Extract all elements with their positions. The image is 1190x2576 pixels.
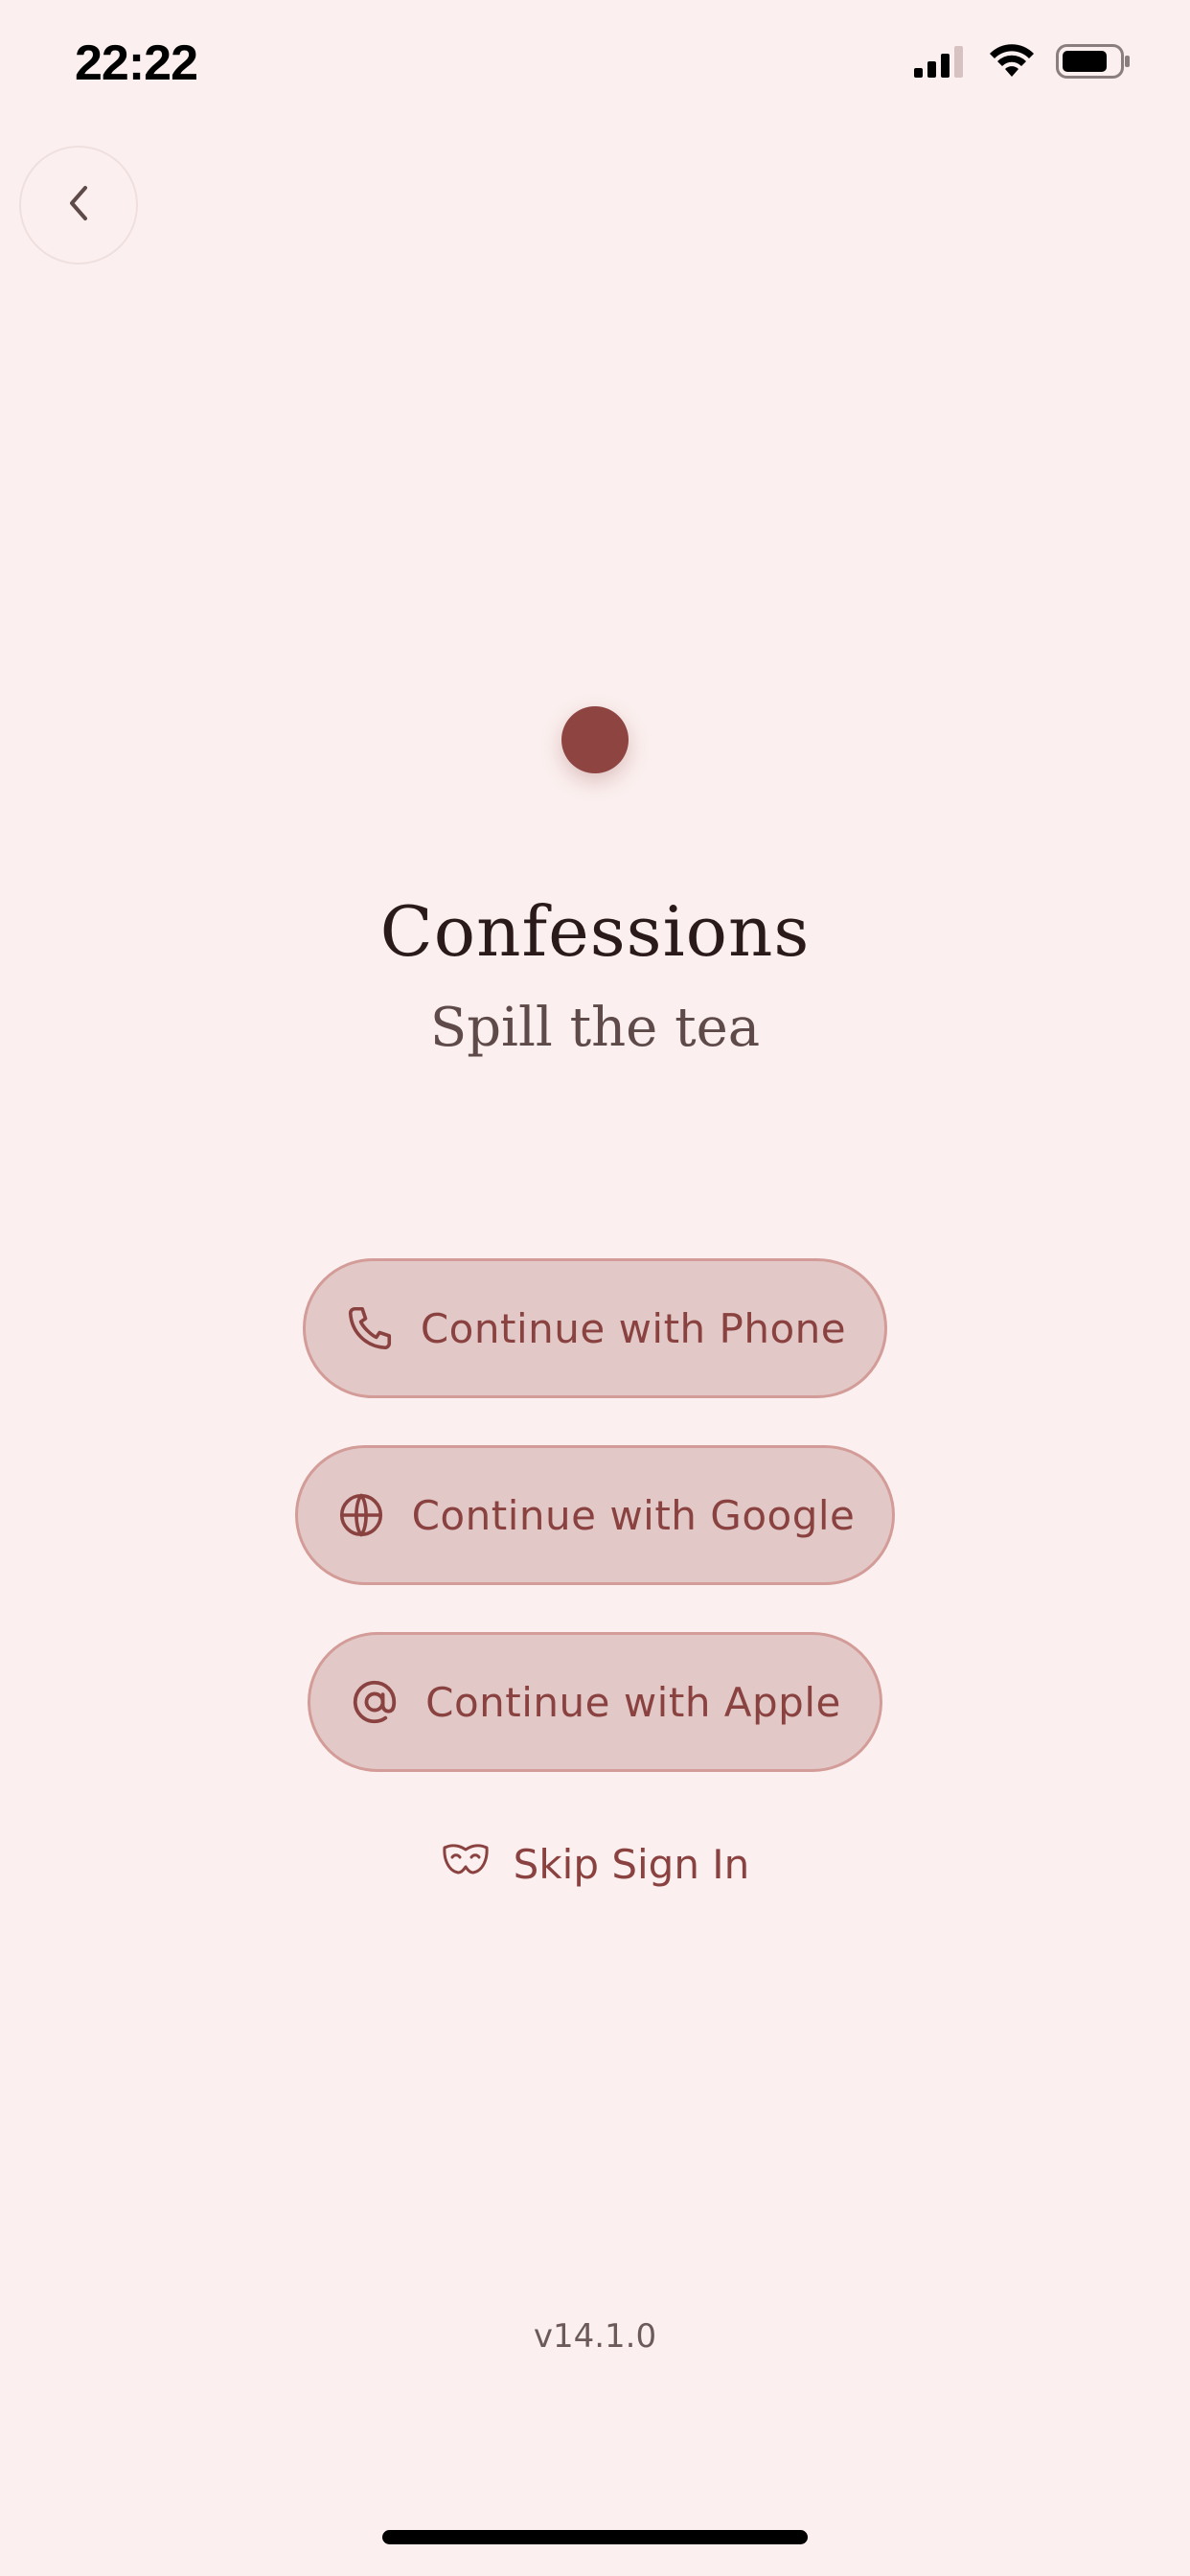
continue-with-google-label: Continue with Google [411,1491,856,1539]
cellular-signal-icon [914,45,968,82]
continue-with-phone-button[interactable]: Continue with Phone [303,1258,887,1398]
app-version: v14.1.0 [533,2317,657,2356]
continue-with-apple-button[interactable]: Continue with Apple [308,1632,882,1772]
battery-icon [1056,44,1131,83]
status-icons [914,44,1131,83]
status-time: 22:22 [75,35,198,91]
app-subtitle: Spill the tea [429,997,761,1059]
skip-sign-in-link[interactable]: Skip Sign In [0,1840,1190,1888]
status-bar: 22:22 [0,0,1190,125]
continue-with-google-button[interactable]: Continue with Google [295,1445,895,1585]
at-sign-icon [349,1676,400,1728]
back-button[interactable] [19,146,138,264]
mask-icon [441,1840,491,1888]
phone-icon [344,1302,396,1354]
continue-with-apple-label: Continue with Apple [425,1678,841,1726]
skip-sign-in-label: Skip Sign In [513,1840,750,1888]
globe-icon [335,1489,387,1541]
app-logo [561,706,629,773]
continue-with-phone-label: Continue with Phone [420,1304,847,1352]
wifi-icon [989,44,1035,83]
chevron-left-icon [64,182,93,229]
home-indicator[interactable] [382,2530,808,2544]
app-title: Confessions [379,891,811,972]
